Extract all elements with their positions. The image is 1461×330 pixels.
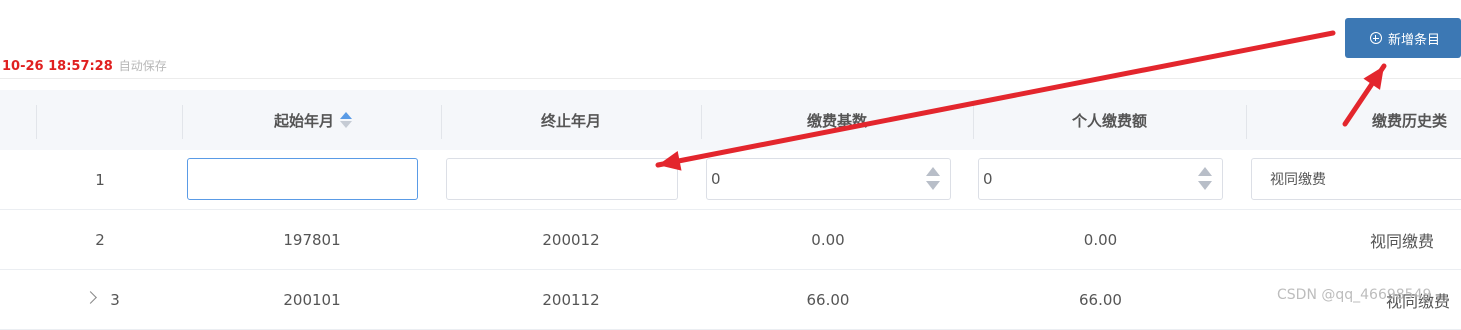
history-type-cell: 视同缴费 bbox=[1370, 232, 1435, 251]
table-row[interactable]: 3 200101 200112 66.00 66.00 视同缴费 bbox=[0, 270, 1461, 330]
personal-amount-value: 0 bbox=[983, 170, 993, 188]
base-amount-value: 0 bbox=[711, 170, 721, 188]
column-header-label: 缴费基数 bbox=[806, 111, 867, 130]
table-row-editing: 1 0 0 视同缴费 bbox=[0, 150, 1461, 210]
personal-amount-input[interactable]: 0 bbox=[978, 158, 1223, 200]
table-header: 起始年月 终止年月 缴费基数 个人缴费额 缴费历史类 bbox=[0, 90, 1461, 150]
column-separator bbox=[36, 105, 37, 139]
column-header-label: 起始年月 bbox=[273, 111, 334, 130]
toolbar: 10-26 18:57:28 自动保存 新增条目 bbox=[0, 0, 1461, 90]
autosave-time: 10-26 18:57:28 bbox=[2, 59, 113, 74]
column-header-end-month[interactable]: 终止年月 bbox=[441, 90, 701, 150]
row-index: 2 bbox=[95, 231, 105, 249]
base-amount-cell: 0.00 bbox=[811, 231, 845, 249]
column-header-personal-amount[interactable]: 个人缴费额 bbox=[973, 90, 1246, 150]
history-type-select[interactable]: 视同缴费 bbox=[1251, 158, 1461, 200]
divider bbox=[0, 78, 1461, 79]
personal-amount-cell: 0.00 bbox=[1083, 231, 1118, 249]
personal-amount-cell: 66.00 bbox=[1079, 291, 1122, 309]
column-header-label: 终止年月 bbox=[540, 111, 601, 130]
start-month-cell: 197801 bbox=[283, 231, 341, 249]
end-month-cell: 200112 bbox=[542, 291, 600, 309]
stepper-icon[interactable] bbox=[926, 167, 940, 193]
watermark: CSDN @qq_46698549 bbox=[1277, 287, 1432, 303]
base-amount-cell: 66.00 bbox=[806, 291, 850, 309]
row-index: 3 bbox=[110, 291, 120, 309]
column-header-base[interactable]: 缴费基数 bbox=[701, 90, 973, 150]
add-entry-label: 新增条目 bbox=[1387, 32, 1440, 48]
table-row[interactable]: 2 197801 200012 0.00 0.00 视同缴费 bbox=[0, 210, 1461, 270]
start-month-input[interactable] bbox=[187, 158, 418, 200]
start-month-cell: 200101 bbox=[283, 291, 341, 309]
end-month-cell: 200012 bbox=[542, 231, 600, 249]
column-header-start-month[interactable]: 起始年月 bbox=[182, 90, 442, 150]
column-header-history-type[interactable]: 缴费历史类 bbox=[1246, 90, 1461, 150]
end-month-input[interactable] bbox=[446, 158, 678, 200]
add-entry-button[interactable]: 新增条目 bbox=[1345, 18, 1461, 58]
stepper-icon[interactable] bbox=[1198, 167, 1212, 193]
autosave-label: 自动保存 bbox=[118, 59, 167, 73]
sort-icon[interactable] bbox=[340, 112, 352, 128]
plus-circle-icon bbox=[1369, 32, 1382, 44]
history-type-value: 视同缴费 bbox=[1270, 172, 1326, 188]
autosave-status: 10-26 18:57:28 自动保存 bbox=[2, 57, 167, 74]
base-amount-input[interactable]: 0 bbox=[706, 158, 951, 200]
column-header-label: 缴费历史类 bbox=[1372, 111, 1448, 130]
column-header-label: 个人缴费额 bbox=[1071, 111, 1147, 130]
row-index: 1 bbox=[95, 171, 105, 189]
